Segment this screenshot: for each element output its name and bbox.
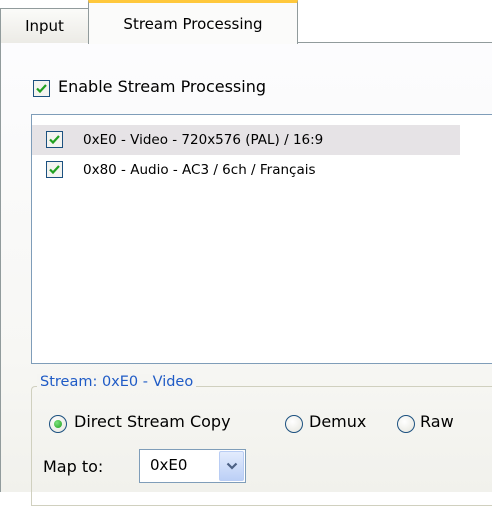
stream-row-video[interactable]: 0xE0 - Video - 720x576 (PAL) / 16:9 [32, 125, 460, 155]
tab-stream-processing-label: Stream Processing [123, 14, 263, 33]
stream-video-checkbox[interactable] [46, 131, 63, 148]
raw-label: Raw [420, 412, 454, 431]
direct-stream-copy-radio[interactable] [49, 415, 67, 433]
checkmark-icon [49, 165, 60, 175]
stream-video-label: 0xE0 - Video - 720x576 (PAL) / 16:9 [83, 132, 324, 148]
stream-audio-checkbox[interactable] [46, 161, 63, 178]
enable-stream-processing-label: Enable Stream Processing [58, 77, 266, 96]
map-to-value: 0xE0 [150, 456, 188, 474]
checkmark-icon [36, 84, 47, 94]
stream-list[interactable]: 0xE0 - Video - 720x576 (PAL) / 16:9 0x80… [31, 114, 492, 364]
tab-stream-processing[interactable]: Stream Processing [88, 0, 298, 44]
checkmark-icon [49, 135, 60, 145]
map-to-label: Map to: [43, 457, 104, 476]
chevron-down-icon [226, 462, 237, 470]
stream-group-title: Stream: 0xE0 - Video [37, 374, 197, 390]
enable-stream-processing-checkbox[interactable] [33, 80, 50, 97]
tab-input[interactable]: Input [0, 8, 89, 43]
direct-stream-copy-label: Direct Stream Copy [74, 412, 231, 431]
demux-radio[interactable] [285, 415, 303, 433]
raw-radio[interactable] [397, 415, 415, 433]
tab-input-label: Input [25, 17, 64, 35]
dialog: Input Stream Processing Enable Stream Pr… [0, 0, 492, 506]
radio-selected-dot [54, 420, 62, 428]
stream-audio-label: 0x80 - Audio - AC3 / 6ch / Français [83, 162, 316, 178]
stream-options-group [31, 386, 492, 506]
stream-row-audio[interactable]: 0x80 - Audio - AC3 / 6ch / Français [32, 155, 460, 185]
map-to-dropdown-button[interactable] [219, 451, 244, 481]
demux-label: Demux [309, 412, 367, 431]
map-to-select[interactable]: 0xE0 [139, 449, 246, 483]
